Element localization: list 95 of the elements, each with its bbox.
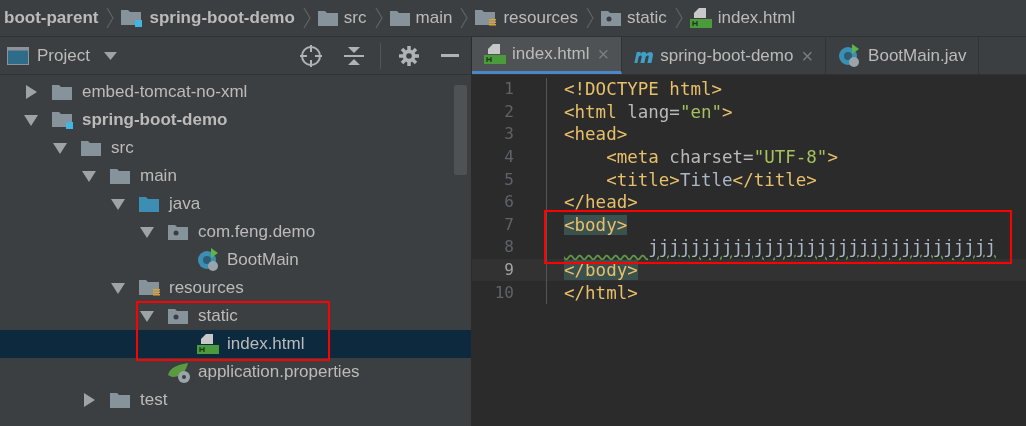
expanded-arrow-icon[interactable] — [111, 281, 125, 295]
line-number: 2 — [503, 100, 515, 123]
tree-item[interactable]: com.feng.demo — [0, 218, 471, 246]
code-line: <head> — [563, 123, 628, 147]
panel-title[interactable]: Project — [37, 42, 90, 69]
package-folder-icon — [601, 10, 622, 26]
module-folder-icon — [121, 9, 144, 27]
collapse-all-icon[interactable] — [344, 45, 364, 66]
tree-item[interactable]: embed-tomcat-no-xml — [0, 78, 471, 106]
breadcrumb-item[interactable]: boot-parent — [4, 5, 99, 31]
tree-item[interactable]: resources — [0, 274, 471, 302]
folder-icon — [139, 196, 159, 212]
tree-item-label: static — [198, 305, 238, 328]
tree-item[interactable]: application.properties — [0, 358, 471, 386]
tree-item-label: application.properties — [198, 361, 360, 384]
line-number: 10 — [493, 281, 515, 304]
breadcrumb-item[interactable]: static — [627, 5, 667, 31]
line-number: 6 — [503, 191, 515, 214]
line-number: 1 — [503, 78, 515, 101]
breadcrumb-item[interactable]: main — [415, 5, 453, 31]
resources-folder-icon — [475, 9, 498, 27]
expanded-arrow-icon[interactable] — [111, 197, 125, 211]
module-folder-icon — [52, 111, 74, 129]
settings-icon[interactable] — [399, 45, 419, 66]
window-icon — [7, 46, 29, 65]
breadcrumb-separator-icon — [106, 7, 116, 29]
html-file-icon — [689, 8, 712, 28]
tree-item[interactable]: test — [0, 386, 471, 414]
code-line: </html> — [563, 281, 638, 305]
resources-folder-icon — [139, 279, 161, 297]
line-number: 5 — [503, 168, 515, 191]
tab-label: spring-boot-demo — [660, 44, 794, 67]
breadcrumb-separator-icon — [374, 7, 384, 29]
collapsed-arrow-icon[interactable] — [24, 85, 38, 99]
tree-item-label: resources — [169, 277, 244, 300]
tree-item[interactable]: index.html — [0, 330, 471, 358]
tree-item[interactable]: BootMain — [0, 246, 471, 274]
html-file-icon — [484, 44, 506, 64]
dropdown-arrow-icon[interactable] — [103, 51, 117, 60]
code-line: <html lang="en"> — [563, 100, 733, 124]
breadcrumb-separator-icon — [586, 7, 596, 29]
folder-icon — [389, 10, 410, 26]
tree-item-label: main — [140, 165, 177, 188]
breadcrumb-separator-icon — [302, 7, 312, 29]
breadcrumb-item[interactable]: spring-boot-demo — [149, 5, 295, 31]
code-line: <title>Title</title> — [605, 168, 817, 192]
folder-icon — [110, 392, 130, 408]
folder-icon — [317, 10, 338, 26]
tree-item-label: test — [140, 389, 168, 412]
line-number: 3 — [503, 123, 515, 146]
breadcrumb-separator-icon — [460, 7, 470, 29]
tree-item-label: com.feng.demo — [198, 221, 316, 244]
expanded-arrow-icon[interactable] — [82, 169, 96, 183]
line-number: 9 — [503, 259, 515, 282]
tab-label: index.html — [512, 43, 590, 66]
breadcrumb-item[interactable]: resources — [503, 5, 579, 31]
line-number: 4 — [503, 146, 515, 169]
tree-item-label: spring-boot-demo — [82, 109, 228, 132]
expanded-arrow-icon[interactable] — [53, 141, 67, 155]
breadcrumb-item[interactable]: src — [343, 5, 367, 31]
expanded-arrow-icon[interactable] — [140, 225, 154, 239]
tab-label: BootMain.jav — [868, 44, 967, 67]
expanded-arrow-icon[interactable] — [24, 113, 38, 127]
code-line: jjjjjjjjjjjjjjjjjjjjjjjjjjjjjjjjj — [647, 236, 996, 260]
tree-item[interactable]: spring-boot-demo — [0, 106, 471, 134]
folder-icon — [110, 168, 130, 184]
minimize-icon[interactable] — [441, 53, 459, 58]
tree-item[interactable]: static — [0, 302, 471, 330]
code-line: </head> — [563, 191, 638, 215]
code-line: <!DOCTYPE html> — [563, 78, 723, 102]
tree-item-label: embed-tomcat-no-xml — [82, 81, 248, 104]
folder-icon — [52, 84, 72, 100]
collapsed-arrow-icon[interactable] — [82, 393, 96, 407]
tree-item-label: BootMain — [227, 249, 299, 272]
package-folder-icon — [168, 308, 188, 324]
editor-tab[interactable]: index.html × — [472, 37, 623, 74]
tree-item-label: index.html — [227, 333, 305, 356]
class-run-icon — [197, 248, 221, 272]
breadcrumb-item[interactable]: index.html — [717, 5, 796, 31]
folder-icon — [81, 140, 101, 156]
line-number: 7 — [503, 213, 515, 236]
expanded-arrow-icon[interactable] — [140, 309, 154, 323]
editor-tab[interactable]: BootMain.jav — [826, 37, 980, 74]
locate-icon[interactable] — [300, 44, 322, 67]
code-line: <meta charset="UTF-8"> — [605, 145, 838, 169]
line-number: 8 — [503, 236, 515, 259]
tree-item[interactable]: src — [0, 134, 471, 162]
tree-item-label: src — [111, 137, 134, 160]
tree-item[interactable]: java — [0, 190, 471, 218]
tree-item[interactable]: main — [0, 162, 471, 190]
tree-item-label: java — [169, 193, 201, 216]
breadcrumb-separator-icon — [674, 7, 684, 29]
html-file-icon — [197, 334, 219, 354]
package-folder-icon — [168, 224, 188, 240]
editor-tab[interactable]: spring-boot-demo × — [622, 37, 827, 74]
